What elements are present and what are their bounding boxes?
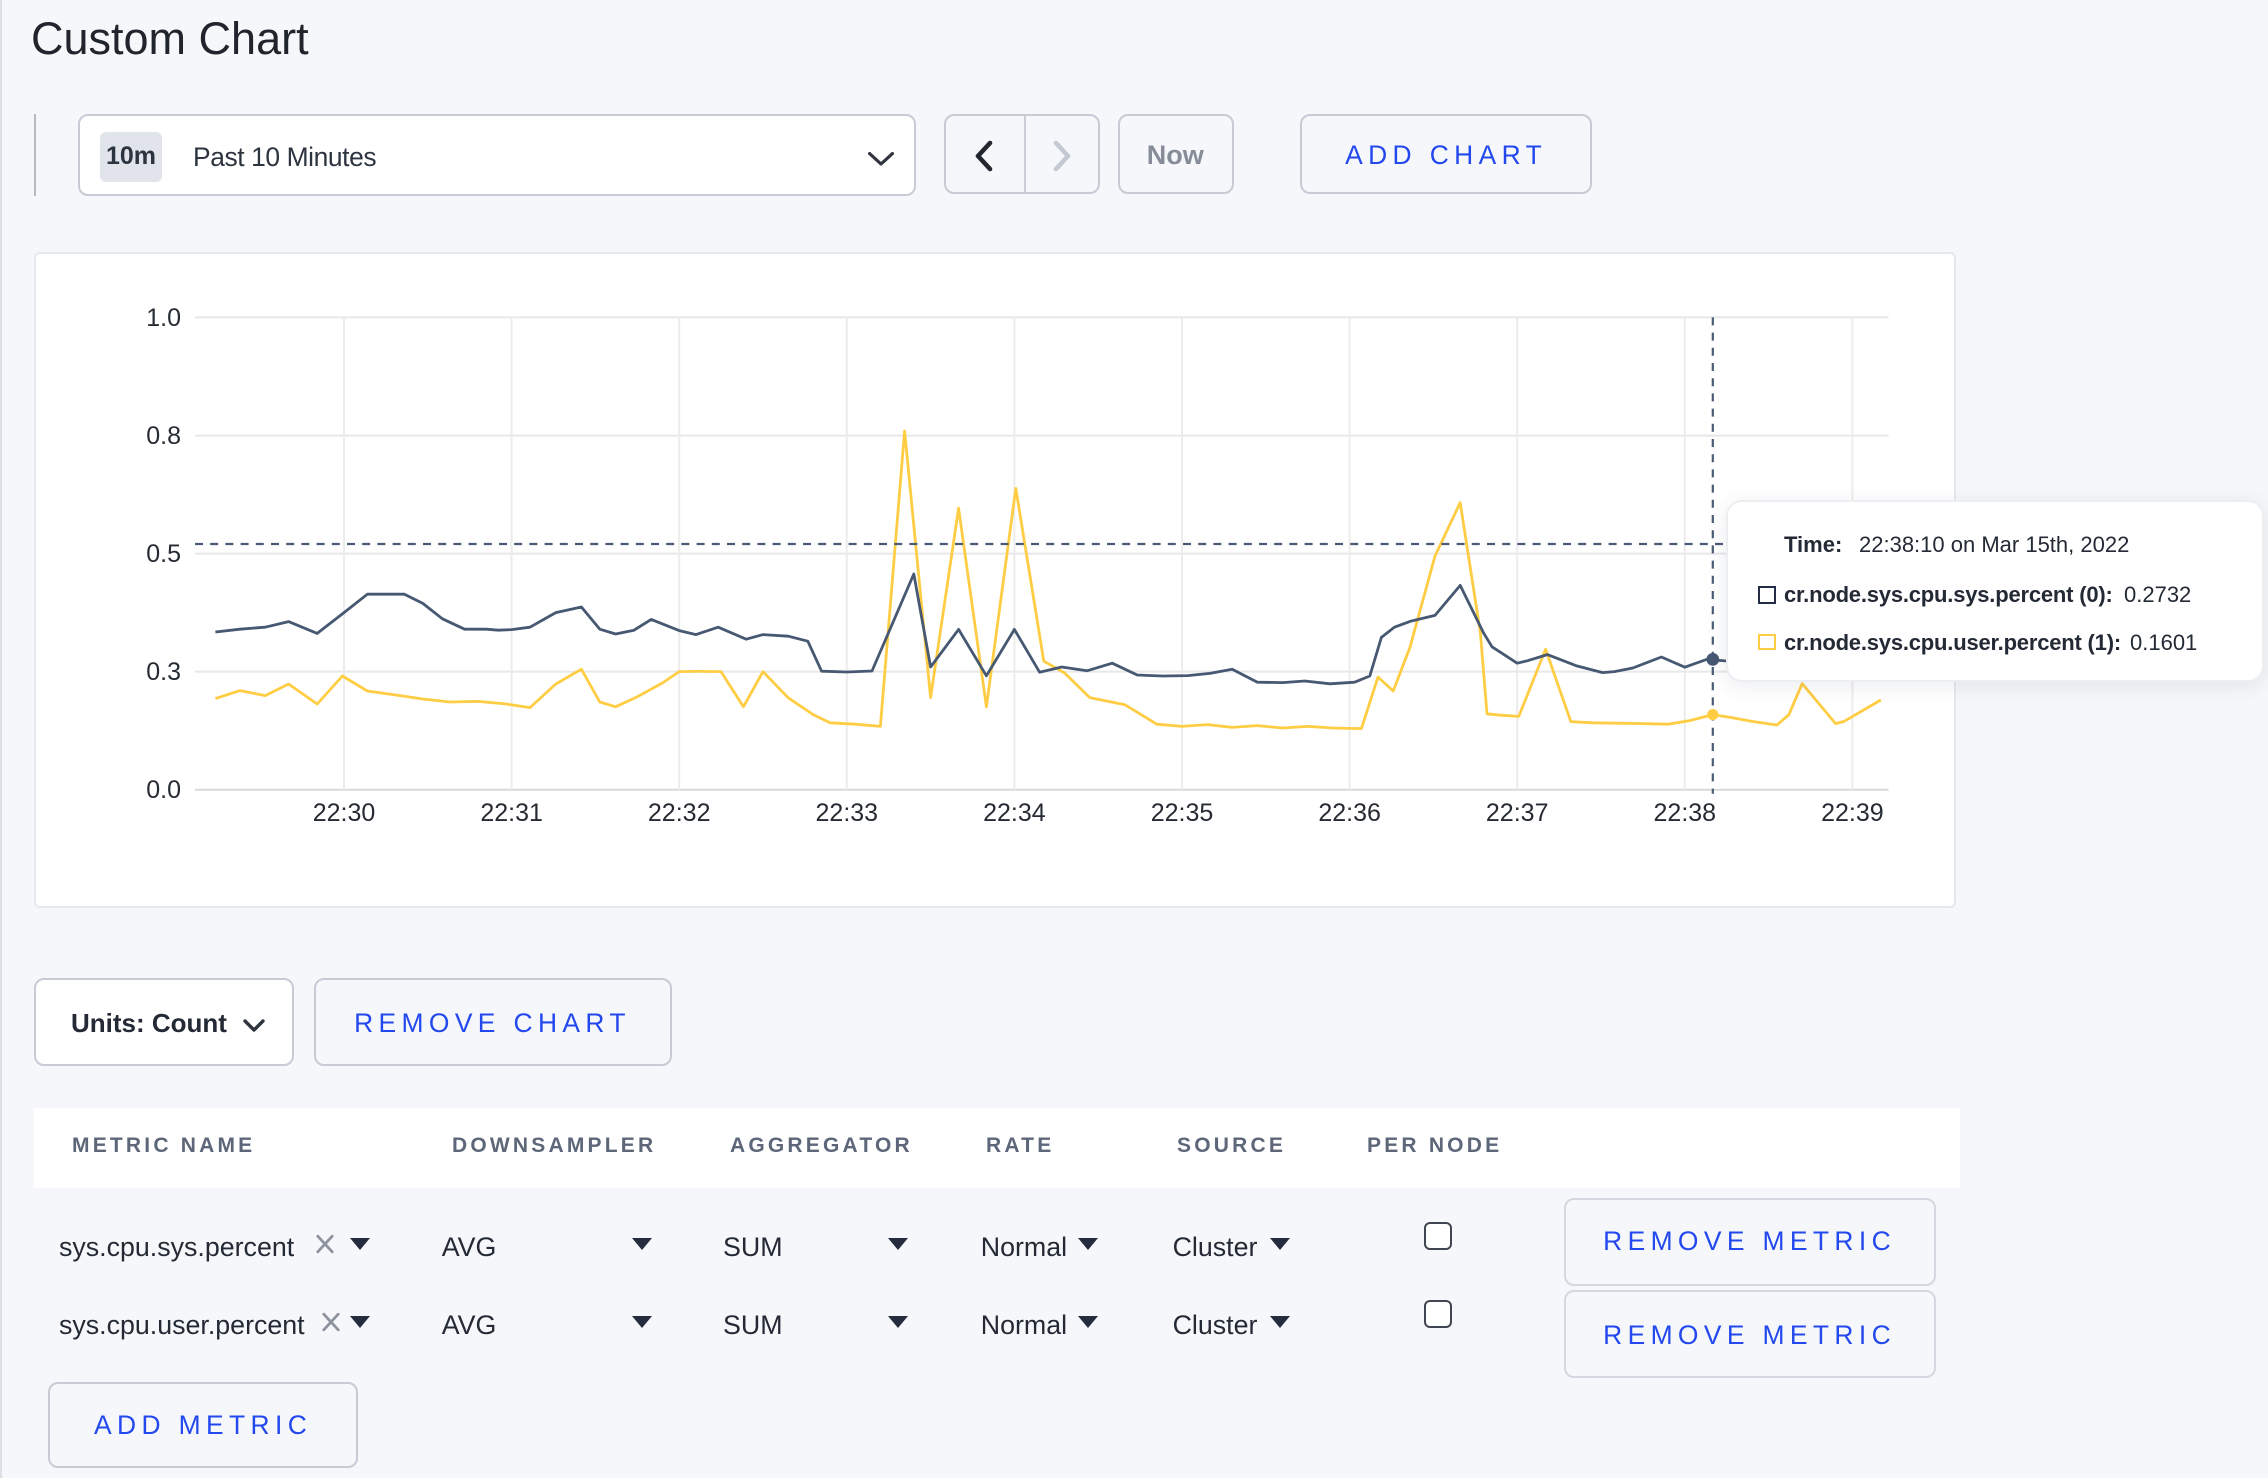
svg-text:22:36: 22:36 [1317,799,1380,827]
svg-text:22:35: 22:35 [1150,799,1213,827]
svg-text:22:37: 22:37 [1485,799,1548,827]
svg-text:22:31: 22:31 [479,799,542,827]
svg-text:0.8: 0.8 [145,422,180,450]
svg-text:22:32: 22:32 [647,799,710,827]
svg-text:22:39: 22:39 [1820,799,1883,827]
svg-text:22:34: 22:34 [982,799,1045,827]
svg-text:1.0: 1.0 [145,304,180,332]
svg-text:0.0: 0.0 [145,776,180,804]
svg-text:0.5: 0.5 [145,540,180,568]
svg-text:22:30: 22:30 [312,799,375,827]
svg-text:22:38: 22:38 [1653,799,1716,827]
svg-text:0.3: 0.3 [145,658,180,686]
svg-text:22:33: 22:33 [815,799,878,827]
